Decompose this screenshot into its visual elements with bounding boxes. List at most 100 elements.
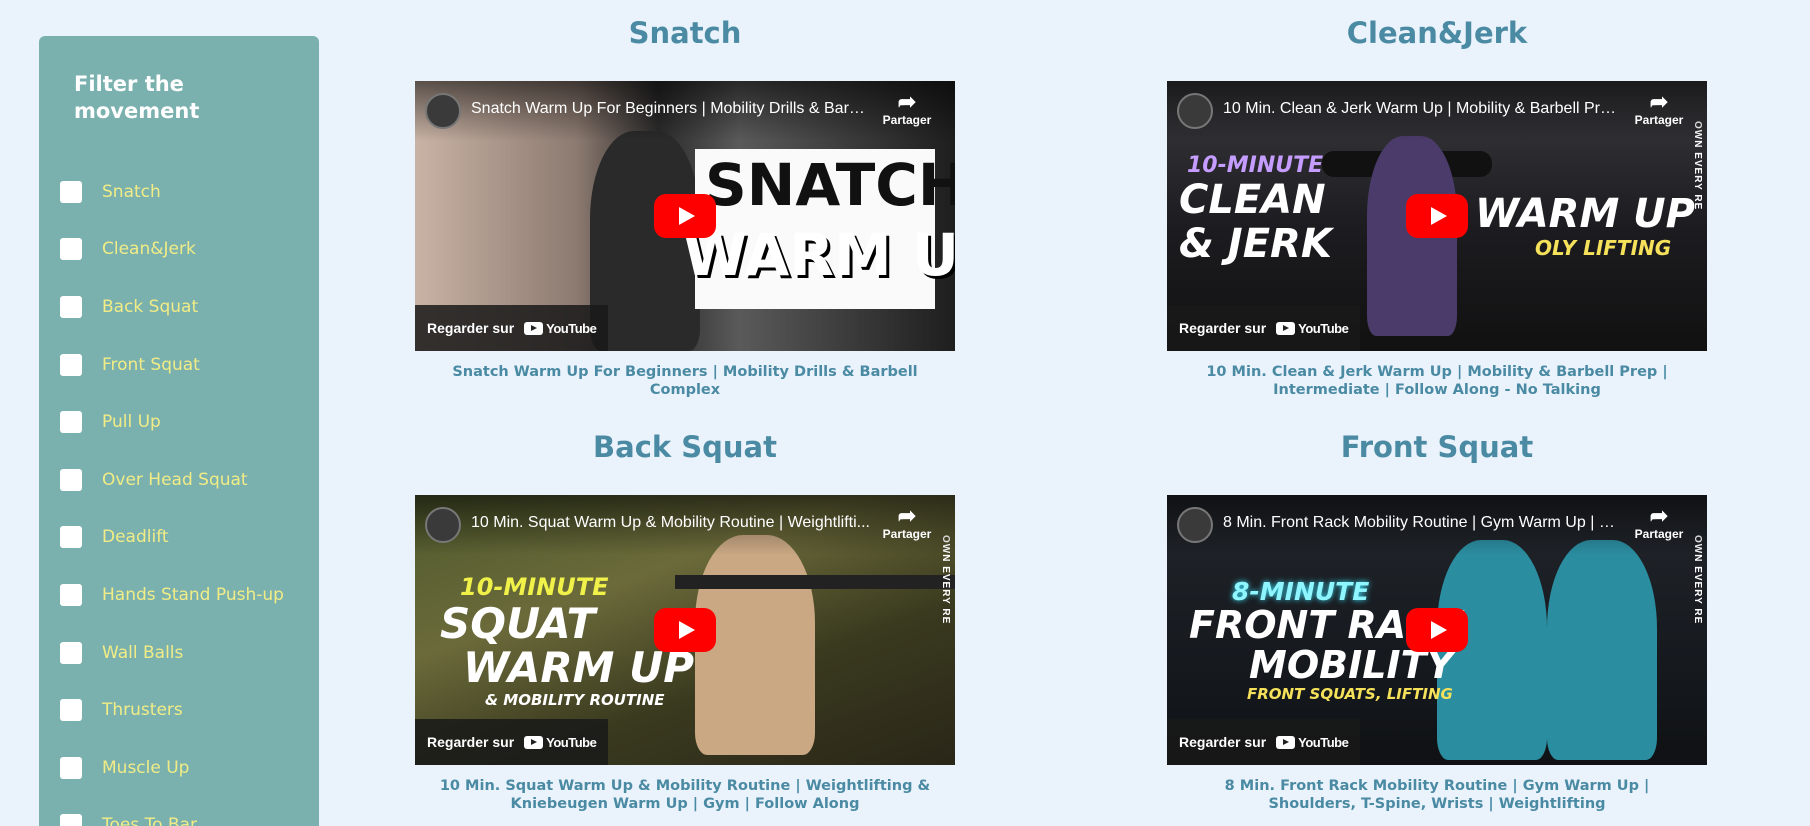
barbell bbox=[675, 575, 955, 589]
filter-label: Hands Stand Push-up bbox=[102, 584, 284, 605]
youtube-label: YouTube bbox=[546, 734, 597, 750]
thumb-text: WARM UP bbox=[1475, 191, 1695, 237]
video-card-back-squat: Back Squat 10-MINUTE SQUAT WARM UP & MOB… bbox=[415, 429, 955, 813]
card-heading: Clean&Jerk bbox=[1346, 16, 1528, 50]
video-player[interactable]: 10-MINUTE SQUAT WARM UP & MOBILITY ROUTI… bbox=[415, 495, 955, 765]
video-title[interactable]: Snatch Warm Up For Beginners | Mobility … bbox=[471, 100, 871, 118]
checkbox[interactable] bbox=[60, 411, 82, 434]
share-label: Partager bbox=[1634, 527, 1684, 541]
video-caption: 10 Min. Squat Warm Up & Mobility Routine… bbox=[439, 778, 931, 812]
youtube-icon bbox=[524, 735, 544, 749]
athlete-figure bbox=[1547, 540, 1657, 760]
watch-on-youtube[interactable]: Regarder sur YouTube bbox=[1167, 719, 1361, 765]
channel-avatar[interactable] bbox=[1177, 507, 1213, 543]
checkbox[interactable] bbox=[60, 756, 82, 779]
checkbox[interactable] bbox=[60, 814, 82, 826]
video-player[interactable]: 10-MINUTE CLEAN & JERK WARM UP OLY LIFTI… bbox=[1167, 81, 1707, 351]
thumb-text: 10-MINUTE bbox=[460, 573, 609, 601]
filter-label: Front Squat bbox=[102, 354, 200, 375]
youtube-label: YouTube bbox=[1298, 320, 1349, 336]
play-button[interactable] bbox=[1406, 194, 1468, 238]
filter-label: Muscle Up bbox=[102, 757, 190, 778]
filter-label: Back Squat bbox=[102, 296, 199, 317]
share-button[interactable]: ➦ Partager bbox=[1629, 91, 1689, 128]
filter-label: Wall Balls bbox=[102, 642, 184, 663]
video-player[interactable]: 8-MINUTE FRONT RACK MOBILITY FRONT SQUAT… bbox=[1167, 495, 1707, 765]
filter-item-clean-jerk[interactable]: Clean&Jerk bbox=[60, 221, 284, 279]
video-caption: 10 Min. Clean & Jerk Warm Up | Mobility … bbox=[1206, 364, 1668, 398]
filter-item-hands-stand-push-up[interactable]: Hands Stand Push-up bbox=[60, 566, 284, 624]
filter-item-thrusters[interactable]: Thrusters bbox=[60, 681, 284, 739]
filter-title: Filter the movement bbox=[74, 72, 200, 123]
youtube-icon bbox=[1276, 735, 1296, 749]
filter-label: Snatch bbox=[102, 181, 161, 202]
watch-on-label: Regarder sur bbox=[1179, 320, 1267, 336]
youtube-label: YouTube bbox=[1298, 734, 1349, 750]
checkbox[interactable] bbox=[60, 238, 82, 261]
filter-item-over-head-squat[interactable]: Over Head Squat bbox=[60, 451, 284, 509]
youtube-logo: YouTube bbox=[524, 321, 597, 336]
thumb-text: & MOBILITY ROUTINE bbox=[485, 691, 665, 709]
checkbox[interactable] bbox=[60, 180, 82, 203]
thumb-text: FRONT SQUATS, LIFTING bbox=[1247, 685, 1453, 703]
filter-item-toes-to-bar[interactable]: Toes To Bar bbox=[60, 797, 284, 826]
share-button[interactable]: ➦ Partager bbox=[877, 503, 937, 542]
filter-label: Clean&Jerk bbox=[102, 239, 196, 260]
thumb-text: OLY LIFTING bbox=[1535, 236, 1672, 260]
checkbox[interactable] bbox=[60, 641, 82, 664]
play-button[interactable] bbox=[1406, 608, 1468, 652]
checkbox[interactable] bbox=[60, 353, 82, 376]
video-title[interactable]: 10 Min. Clean & Jerk Warm Up | Mobility … bbox=[1223, 100, 1623, 118]
video-title[interactable]: 8 Min. Front Rack Mobility Routine | Gym… bbox=[1223, 514, 1623, 532]
watch-on-label: Regarder sur bbox=[427, 734, 515, 750]
watch-on-youtube[interactable]: Regarder sur YouTube bbox=[415, 305, 609, 351]
filter-label: Thrusters bbox=[102, 700, 183, 721]
watch-on-youtube[interactable]: Regarder sur YouTube bbox=[1167, 305, 1361, 351]
filter-item-muscle-up[interactable]: Muscle Up bbox=[60, 739, 284, 797]
filter-item-wall-balls[interactable]: Wall Balls bbox=[60, 624, 284, 682]
channel-avatar[interactable] bbox=[425, 507, 461, 543]
play-button[interactable] bbox=[654, 194, 716, 238]
thumb-text: WARM UP bbox=[683, 221, 955, 289]
channel-avatar[interactable] bbox=[425, 93, 461, 129]
watch-on-label: Regarder sur bbox=[1179, 734, 1267, 750]
filter-item-pull-up[interactable]: Pull Up bbox=[60, 393, 284, 451]
thumb-text: 10-MINUTE bbox=[1187, 153, 1324, 178]
video-player[interactable]: SNATCH WARM UP Snatch Warm Up For Beginn… bbox=[415, 81, 955, 351]
video-card-clean-jerk: Clean&Jerk 10-MINUTE CLEAN & JERK WARM U… bbox=[1167, 15, 1707, 399]
share-icon: ➦ bbox=[897, 503, 917, 528]
thumb-text: 8-MINUTE bbox=[1232, 577, 1370, 606]
video-title[interactable]: 10 Min. Squat Warm Up & Mobility Routine… bbox=[471, 514, 871, 532]
thumb-text: CLEAN bbox=[1179, 177, 1326, 223]
share-label: Partager bbox=[882, 527, 932, 541]
video-card-front-squat: Front Squat 8-MINUTE FRONT RACK MOBILITY… bbox=[1167, 429, 1707, 813]
card-heading: Back Squat bbox=[593, 430, 777, 464]
share-button[interactable]: ➦ Partager bbox=[1629, 505, 1689, 542]
share-icon: ➦ bbox=[897, 89, 917, 114]
checkbox[interactable] bbox=[60, 526, 82, 549]
checkbox[interactable] bbox=[60, 583, 82, 606]
checkbox[interactable] bbox=[60, 295, 82, 318]
checkbox[interactable] bbox=[60, 699, 82, 722]
checkbox[interactable] bbox=[60, 468, 82, 491]
filter-label: Toes To Bar bbox=[102, 815, 197, 826]
thumb-text: SQUAT bbox=[440, 599, 596, 648]
card-heading: Snatch bbox=[628, 16, 742, 50]
share-label: Partager bbox=[1634, 113, 1684, 127]
watch-on-label: Regarder sur bbox=[427, 320, 515, 336]
watch-on-youtube[interactable]: Regarder sur YouTube bbox=[415, 719, 609, 765]
thumb-text: & JERK bbox=[1179, 221, 1332, 267]
filter-item-front-squat[interactable]: Front Squat bbox=[60, 336, 284, 394]
video-caption: 8 Min. Front Rack Mobility Routine | Gym… bbox=[1224, 778, 1650, 812]
filter-label: Deadlift bbox=[102, 527, 169, 548]
channel-avatar[interactable] bbox=[1177, 93, 1213, 129]
filter-item-back-squat[interactable]: Back Squat bbox=[60, 278, 284, 336]
share-button[interactable]: ➦ Partager bbox=[877, 89, 937, 128]
youtube-logo: YouTube bbox=[1276, 320, 1349, 336]
filter-item-deadlift[interactable]: Deadlift bbox=[60, 509, 284, 567]
share-label: Partager bbox=[882, 113, 932, 127]
filter-item-snatch[interactable]: Snatch bbox=[60, 163, 284, 221]
video-caption: Snatch Warm Up For Beginners | Mobility … bbox=[452, 364, 918, 398]
play-button[interactable] bbox=[654, 608, 716, 652]
youtube-icon bbox=[1276, 321, 1296, 335]
